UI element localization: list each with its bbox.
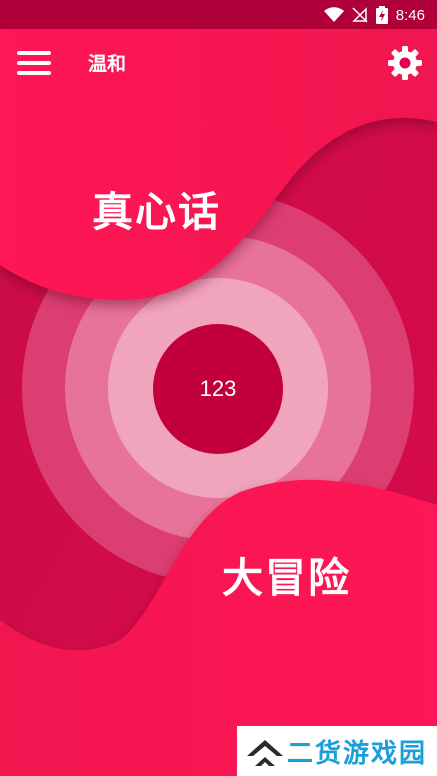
watermark: 二货游戏园 [237, 726, 437, 776]
battery-charging-icon [375, 6, 388, 24]
watermark-text: 二货游戏园 [287, 738, 428, 769]
app-bar: 温和 [0, 29, 437, 97]
menu-icon [17, 51, 51, 55]
menu-button[interactable] [14, 45, 54, 81]
gear-icon [388, 46, 422, 80]
signal-off-icon [351, 7, 368, 23]
truth-button[interactable]: 真心话 [92, 178, 221, 238]
watermark-logo [247, 740, 283, 766]
status-time: 8:46 [395, 6, 425, 24]
counter-button[interactable]: 123 [153, 324, 283, 454]
wifi-icon [323, 7, 344, 22]
status-icons: 8:46 [323, 4, 425, 26]
settings-button[interactable] [385, 43, 425, 83]
app-title: 温和 [88, 53, 127, 75]
dare-button[interactable]: 大冒险 [222, 544, 351, 604]
status-bar: 8:46 [0, 0, 437, 29]
